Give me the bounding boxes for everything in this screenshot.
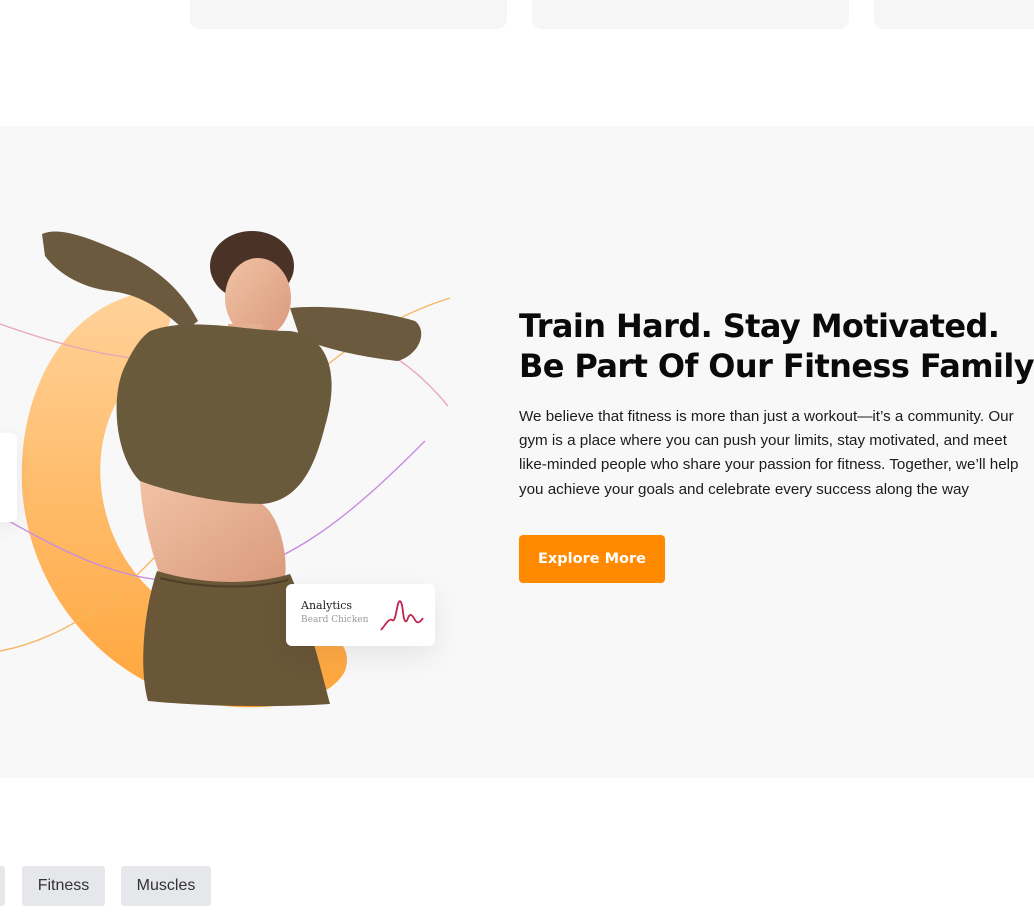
headline-line-2: Be Part Of Our Fitness Family!: [519, 347, 1034, 385]
analytics-title: Analytics: [301, 599, 353, 612]
sparkline-icon: [380, 600, 424, 631]
explore-more-button[interactable]: Explore More: [519, 534, 665, 583]
feature-card-3: [874, 0, 1034, 29]
section-description: We believe that fitness is more than jus…: [519, 408, 1019, 498]
analytics-card: Analytics Beard Chicken: [286, 584, 435, 646]
analytics-subtitle: Beard Chicken: [301, 615, 369, 625]
headline-line-1: Train Hard. Stay Motivated.: [519, 307, 1000, 345]
feature-card-1: [190, 0, 507, 29]
feature-card-2: [532, 0, 849, 29]
community-section: Analytics Beard Chicken Train Hard. Stay…: [0, 126, 1034, 778]
section-headline: Train Hard. Stay Motivated. Be Part Of O…: [519, 306, 1034, 386]
side-card: [0, 433, 17, 522]
hero-image: Analytics Beard Chicken: [0, 126, 500, 778]
tag-muscles[interactable]: Muscles: [121, 866, 211, 906]
hero-illustration: [0, 231, 451, 708]
tag-item[interactable]: [0, 866, 5, 906]
hero-content: Train Hard. Stay Motivated. Be Part Of O…: [519, 306, 1034, 583]
tag-fitness[interactable]: Fitness: [22, 866, 105, 906]
